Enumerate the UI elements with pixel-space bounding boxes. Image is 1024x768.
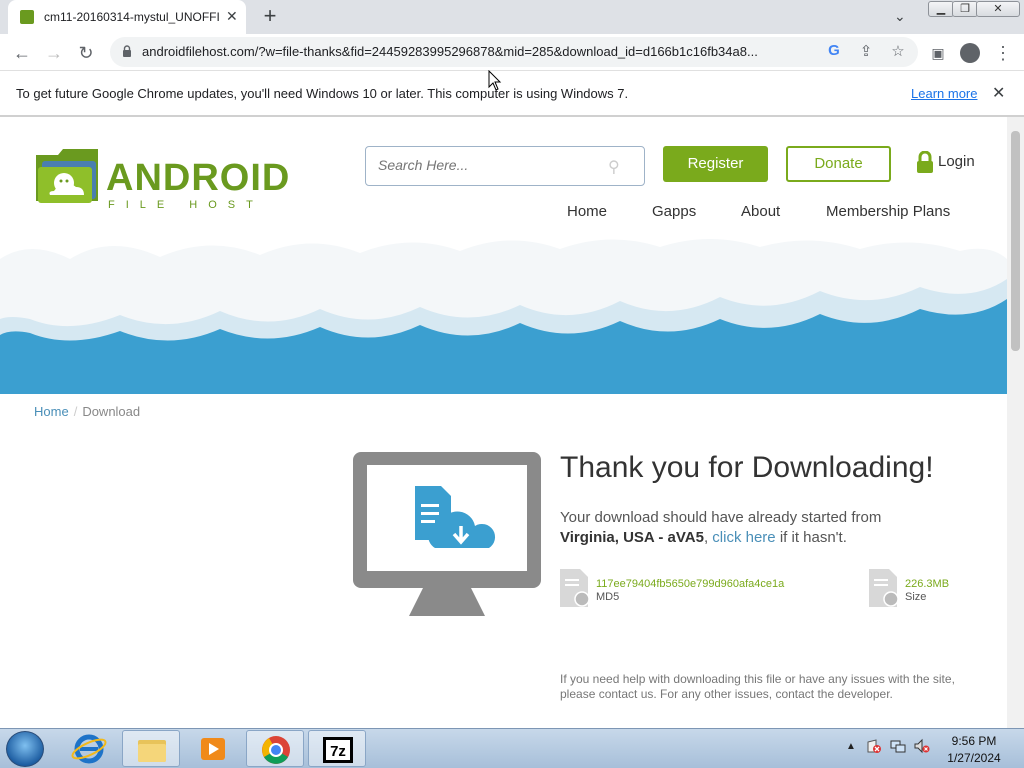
help-text: If you need help with downloading this f…: [560, 672, 955, 701]
tab-search-chevron-icon[interactable]: ⌄: [894, 8, 906, 25]
svg-text:7z: 7z: [330, 743, 346, 760]
infobar-message: To get future Google Chrome updates, you…: [16, 86, 629, 101]
bookmark-star-icon[interactable]: ☆: [888, 42, 908, 60]
chrome-taskbar-icon[interactable]: [246, 730, 304, 767]
size-document-icon: [869, 569, 899, 607]
address-bar[interactable]: androidfilehost.com/?w=file-thanks&fid=2…: [110, 37, 918, 67]
logo-word-filehost: FILE HOST: [108, 199, 264, 211]
size-info: 226.3MB Size: [869, 569, 969, 609]
browser-toolbar: ← → ↻ androidfilehost.com/?w=file-thanks…: [0, 34, 1024, 71]
thanks-line2-end: if it hasn't.: [779, 529, 847, 546]
profile-avatar-icon[interactable]: [960, 43, 980, 63]
thanks-comma: ,: [703, 529, 709, 546]
tab-close-icon[interactable]: ✕: [226, 8, 238, 25]
reload-icon[interactable]: ↻: [73, 40, 99, 66]
logo-word-android: ANDROID: [106, 157, 291, 199]
start-orb-icon[interactable]: [6, 731, 44, 767]
forward-arrow-icon[interactable]: →: [41, 40, 67, 66]
google-icon[interactable]: G: [824, 42, 844, 59]
click-here-link[interactable]: click here: [712, 529, 775, 546]
site-logo[interactable]: ANDROID FILE HOST: [34, 145, 294, 211]
network-icon[interactable]: [890, 738, 906, 754]
7zip-taskbar-icon[interactable]: 7z: [308, 730, 366, 767]
padlock-icon: [917, 151, 933, 173]
share-icon[interactable]: ⇪: [856, 42, 876, 60]
browser-tab[interactable]: cm11-20160314-mystul_UNOFFICIAL ✕: [8, 0, 246, 34]
nav-home[interactable]: Home: [567, 203, 607, 220]
search-icon[interactable]: ⚲: [608, 157, 620, 177]
scrollbar-thumb[interactable]: [1011, 131, 1020, 351]
learn-more-link[interactable]: Learn more: [911, 86, 977, 101]
donate-button[interactable]: Donate: [786, 146, 891, 182]
md5-document-icon: [560, 569, 590, 607]
thanks-line1: Your download should have already starte…: [560, 509, 882, 526]
cloud-banner-image: [0, 239, 1007, 394]
nav-membership-plans[interactable]: Membership Plans: [826, 203, 950, 220]
infobar-close-icon[interactable]: ✕: [992, 83, 1005, 103]
url-text[interactable]: androidfilehost.com/?w=file-thanks&fid=2…: [142, 44, 818, 59]
site-search-box[interactable]: ⚲: [365, 146, 645, 186]
file-explorer-icon[interactable]: [122, 730, 180, 767]
mirror-location: Virginia, USA - aVA5: [560, 529, 704, 546]
nav-gapps[interactable]: Gapps: [652, 203, 696, 220]
thanks-title: Thank you for Downloading!: [560, 451, 934, 484]
site-favicon-icon: [20, 10, 34, 24]
minimize-button[interactable]: ▁: [928, 1, 954, 17]
thanks-message: Your download should have already starte…: [560, 508, 960, 548]
close-window-button[interactable]: ✕: [976, 1, 1020, 17]
login-link[interactable]: Login: [916, 151, 975, 173]
update-infobar: To get future Google Chrome updates, you…: [0, 71, 1024, 117]
breadcrumb-current: Download: [82, 404, 141, 419]
md5-info: 117ee79404fb5650e799d960afa4ce1a MD5: [560, 569, 820, 609]
nav-about[interactable]: About: [741, 203, 780, 220]
internet-explorer-icon[interactable]: [60, 730, 118, 767]
back-arrow-icon[interactable]: ←: [9, 40, 35, 66]
lock-icon[interactable]: [122, 45, 132, 57]
side-panel-icon[interactable]: ▣: [925, 40, 951, 66]
login-label: Login: [938, 152, 975, 170]
windows-taskbar: 7z ▲ 9:56 PM 1/27/2024: [0, 728, 1024, 768]
media-player-icon[interactable]: [184, 730, 242, 767]
download-monitor-illustration: [353, 452, 541, 616]
mouse-cursor-icon: [488, 70, 502, 91]
breadcrumb: Home / Download: [34, 404, 140, 419]
android-folder-logo-icon: [36, 149, 98, 203]
menu-kebab-icon[interactable]: ⋮: [990, 40, 1016, 66]
page-viewport: ANDROID FILE HOST ⚲ Register Donate Logi…: [0, 117, 1007, 728]
clock-date[interactable]: 1/27/2024: [945, 751, 1003, 765]
show-hidden-icons-icon[interactable]: ▲: [846, 741, 856, 752]
md5-value: 117ee79404fb5650e799d960afa4ce1a: [596, 578, 785, 590]
search-input[interactable]: [378, 157, 598, 173]
tab-strip: cm11-20160314-mystul_UNOFFICIAL ✕ + ⌄ ▁ …: [0, 0, 1024, 34]
tab-title: cm11-20160314-mystul_UNOFFICIAL: [44, 10, 220, 24]
breadcrumb-home[interactable]: Home: [34, 404, 69, 419]
new-tab-button[interactable]: +: [258, 4, 282, 28]
page-scrollbar[interactable]: [1007, 117, 1024, 728]
register-button[interactable]: Register: [663, 146, 768, 182]
clock-time[interactable]: 9:56 PM: [945, 734, 1003, 748]
action-center-icon[interactable]: [866, 738, 882, 754]
volume-muted-icon[interactable]: [914, 738, 930, 754]
size-label: Size: [905, 591, 927, 603]
restore-button[interactable]: ❐: [952, 1, 978, 17]
md5-label: MD5: [596, 591, 620, 603]
breadcrumb-separator: /: [73, 404, 78, 419]
size-value: 226.3MB: [905, 578, 950, 590]
